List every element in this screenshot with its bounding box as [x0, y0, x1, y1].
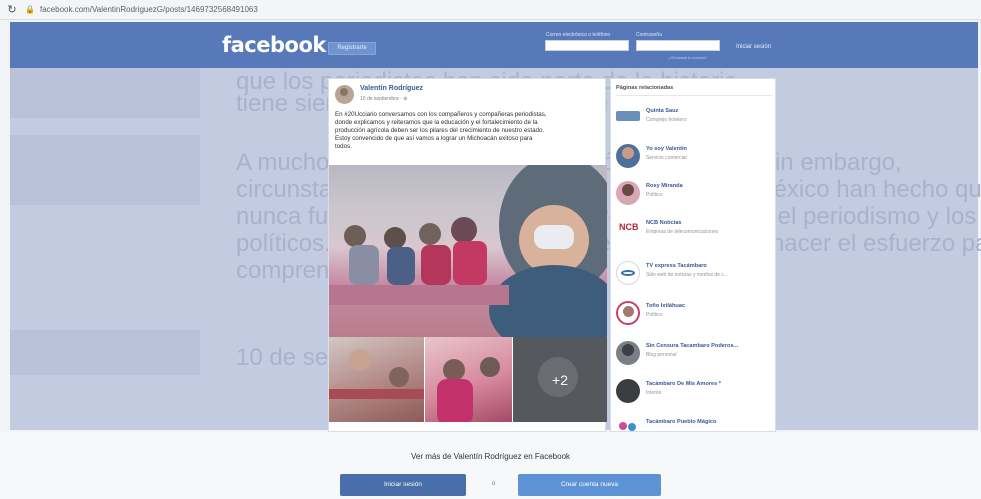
password-input[interactable] [636, 40, 720, 51]
related-page-item[interactable]: Sin Censura Tacambaro Poderos... Blog pe… [616, 339, 774, 369]
register-button[interactable]: Registrarte [328, 42, 376, 55]
page-thumbnail[interactable] [616, 301, 640, 325]
related-page-item[interactable]: Tacámbaro Pueblo Mágico [616, 415, 774, 431]
related-page-item[interactable]: Toño Ixtláhuac Político [616, 299, 774, 329]
related-page-category: Blog personal [646, 352, 677, 358]
page: ↻ 🔒 facebook.com/ValentinRodriguezG/post… [0, 0, 981, 499]
related-page-category: Político [646, 192, 663, 198]
related-page-name[interactable]: Quinta Sauz [646, 108, 678, 114]
related-page-category: Sitio web de noticias y medios de c... [646, 272, 728, 278]
post-photo-more[interactable]: +2 [513, 337, 607, 422]
forgot-account-link[interactable]: ¿Olvidaste tu cuenta? [668, 55, 707, 60]
page-thumbnail[interactable] [616, 379, 640, 403]
page-thumbnail[interactable] [616, 181, 640, 205]
post-photo-main[interactable] [329, 165, 607, 337]
facebook-header [10, 22, 978, 68]
address-url[interactable]: facebook.com/ValentinRodriguezG/posts/14… [40, 5, 258, 14]
related-page-category: Servicio comercial [646, 155, 687, 161]
related-page-name[interactable]: Toño Ixtláhuac [646, 303, 685, 309]
related-page-item[interactable]: Yo soy Valentín Servicio comercial [616, 142, 774, 172]
divider [616, 95, 772, 96]
post-text-line: todos. [335, 143, 352, 150]
related-pages-title: Páginas relacionadas [616, 85, 674, 91]
page-thumbnail[interactable] [616, 144, 640, 168]
related-page-item[interactable]: Tacámbaro De Mis Amores * Interés [616, 377, 774, 407]
related-page-category: Empresa de telecomunicaciones [646, 229, 719, 235]
background-panel [10, 135, 200, 205]
post-text-line: En #20Ucciario conversamos con los compa… [335, 111, 547, 118]
post-date[interactable]: 10 de septiembre · ⊕ [360, 96, 407, 102]
related-page-item[interactable]: TV express Tacámbaro Sitio web de notici… [616, 259, 774, 289]
email-input[interactable] [545, 40, 629, 51]
post-photo[interactable] [425, 337, 512, 422]
post-author[interactable]: Valentín Rodríguez [360, 85, 423, 92]
login-prompt-bar [0, 432, 981, 499]
related-page-item[interactable]: Quinta Sauz Complejo hotelero [616, 104, 774, 134]
header-login-button[interactable]: Iniciar sesión [736, 44, 771, 50]
page-thumbnail[interactable] [616, 111, 640, 121]
related-page-name[interactable]: TV express Tacámbaro [646, 263, 707, 269]
related-page-name[interactable]: Tacámbaro Pueblo Mágico [646, 419, 716, 425]
background-panel [10, 68, 200, 118]
ncb-logo-icon[interactable]: NCB [616, 218, 640, 242]
related-page-item[interactable]: NCB NCB Noticias Empresa de telecomunica… [616, 216, 774, 246]
more-photos-count: +2 [552, 371, 568, 388]
related-page-category: Interés [646, 390, 662, 396]
login-button[interactable]: Iniciar sesión [340, 474, 466, 496]
related-page-name[interactable]: Sin Censura Tacambaro Poderos... [646, 343, 738, 349]
lock-icon[interactable]: 🔒 [24, 5, 36, 14]
create-account-button[interactable]: Crear cuenta nueva [518, 474, 661, 496]
page-thumbnail[interactable] [616, 417, 640, 431]
browser-address-bar[interactable]: ↻ 🔒 facebook.com/ValentinRodriguezG/post… [0, 0, 981, 20]
related-page-category: Complejo hotelero [646, 117, 687, 123]
reload-icon[interactable]: ↻ [4, 3, 20, 16]
email-label: Correo electrónico o teléfono [546, 32, 611, 38]
post-card: Valentín Rodríguez 10 de septiembre · ⊕ … [328, 78, 607, 432]
facebook-logo[interactable]: facebook [222, 33, 326, 57]
background-panel [10, 330, 200, 375]
post-photo[interactable] [329, 337, 424, 422]
related-page-item[interactable]: Rosy Miranda Político [616, 179, 774, 209]
post-text-line: producción agrícola deben ser los pilare… [335, 127, 545, 134]
or-separator: o [492, 481, 496, 487]
post-text: En #20Ucciario conversamos con los compa… [335, 111, 603, 151]
related-page-category: Político [646, 312, 663, 318]
tv-logo-icon[interactable] [616, 261, 640, 285]
login-prompt-text: Ver más de Valentín Rodríguez en Faceboo… [410, 452, 571, 461]
post-text-line: Estoy convencido de que así vamos a logr… [335, 135, 533, 142]
password-label: Contraseña [636, 32, 662, 38]
related-page-name[interactable]: Yo soy Valentín [646, 146, 687, 152]
related-page-name[interactable]: NCB Noticias [646, 220, 681, 226]
related-page-name[interactable]: Tacámbaro De Mis Amores * [646, 381, 721, 387]
related-pages-panel: Páginas relacionadas Quinta Sauz Complej… [610, 78, 776, 432]
avatar[interactable] [335, 85, 354, 104]
page-thumbnail[interactable] [616, 341, 640, 365]
related-page-name[interactable]: Rosy Miranda [646, 183, 683, 189]
post-text-line: donde explicamos y reiteramos que la edu… [335, 119, 538, 126]
